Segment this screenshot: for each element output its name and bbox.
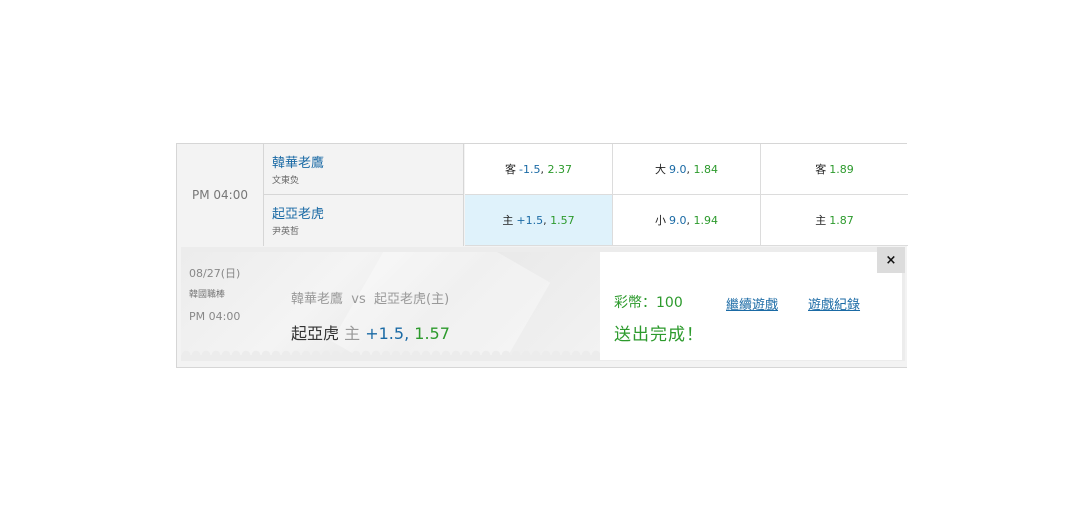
odds-line: -1.5 xyxy=(519,162,541,176)
coins-balance: 彩幣：100 xyxy=(614,295,683,311)
bet-ticket: 08/27(日) 韓國職棒 PM 04:00 韓華老鷹 vs 起亞老虎(主) 起… xyxy=(181,252,600,355)
odds-line: 9.0 xyxy=(669,162,687,176)
ticket-time: PM 04:00 xyxy=(189,310,241,323)
away-team-name: 韓華老鷹 xyxy=(272,156,325,171)
odds-over[interactable]: 大 9.0, 1.84 xyxy=(613,144,761,195)
odds-label: 小 xyxy=(655,214,666,227)
away-team-cell: 韓華老鷹 文東烉 xyxy=(264,144,464,195)
odds-price: 1.94 xyxy=(693,213,719,227)
home-team-name: 起亞老虎 xyxy=(272,207,325,222)
odds-price: 1.57 xyxy=(550,213,575,227)
odds-price: 1.87 xyxy=(829,213,854,227)
ticket-match: 韓華老鷹 vs 起亞老虎(主) xyxy=(291,292,450,307)
odds-moneyline-away[interactable]: 客 1.89 xyxy=(761,144,908,195)
home-pitcher: 尹英哲 xyxy=(272,227,300,237)
odds-handicap-away[interactable]: 客 -1.5, 2.37 xyxy=(465,144,613,195)
result-box: 彩幣：100 送出完成！ 繼續遊戲 遊戲紀錄 xyxy=(600,252,902,360)
ticket-pick: 起亞虎 主 +1.5, 1.57 xyxy=(291,324,450,343)
away-pitcher: 文東烉 xyxy=(272,176,300,186)
game-board: PM 04:00 韓華老鷹 文東烉 起亞老虎 尹英哲 客 -1.5, 2.37 … xyxy=(176,143,908,368)
submit-status: 送出完成！ xyxy=(614,325,704,345)
pick-side: 主 xyxy=(344,324,361,343)
pick-line: +1.5 xyxy=(365,324,405,343)
pick-team: 起亞虎 xyxy=(291,324,340,343)
odds-label: 主 xyxy=(815,214,827,227)
ticket-date: 08/27(日) xyxy=(189,267,241,280)
odds-label: 客 xyxy=(815,163,827,176)
close-button[interactable]: × xyxy=(877,247,905,273)
odds-line: 9.0 xyxy=(669,213,687,227)
odds-price: 2.37 xyxy=(547,162,572,176)
odds-line: +1.5 xyxy=(516,213,544,227)
odds-label: 客 xyxy=(505,163,517,176)
odds-price: 1.84 xyxy=(693,162,719,176)
odds-under[interactable]: 小 9.0, 1.94 xyxy=(613,195,761,246)
game-history-link[interactable]: 遊戲紀錄 xyxy=(808,294,860,313)
odds-price: 1.89 xyxy=(829,162,854,176)
pick-price: 1.57 xyxy=(414,324,450,343)
continue-game-link[interactable]: 繼續遊戲 xyxy=(726,294,778,313)
odds-label: 大 xyxy=(655,163,666,176)
close-icon: × xyxy=(885,252,897,268)
game-time: PM 04:00 xyxy=(177,144,264,246)
bet-confirmation-panel: 08/27(日) 韓國職棒 PM 04:00 韓華老鷹 vs 起亞老虎(主) 起… xyxy=(181,247,905,361)
home-team-cell: 起亞老虎 尹英哲 xyxy=(264,195,464,246)
odds-label: 主 xyxy=(502,214,514,227)
ticket-league: 韓國職棒 xyxy=(189,290,226,300)
odds-handicap-home[interactable]: 主 +1.5, 1.57 xyxy=(465,195,613,246)
odds-moneyline-home[interactable]: 主 1.87 xyxy=(761,195,908,246)
